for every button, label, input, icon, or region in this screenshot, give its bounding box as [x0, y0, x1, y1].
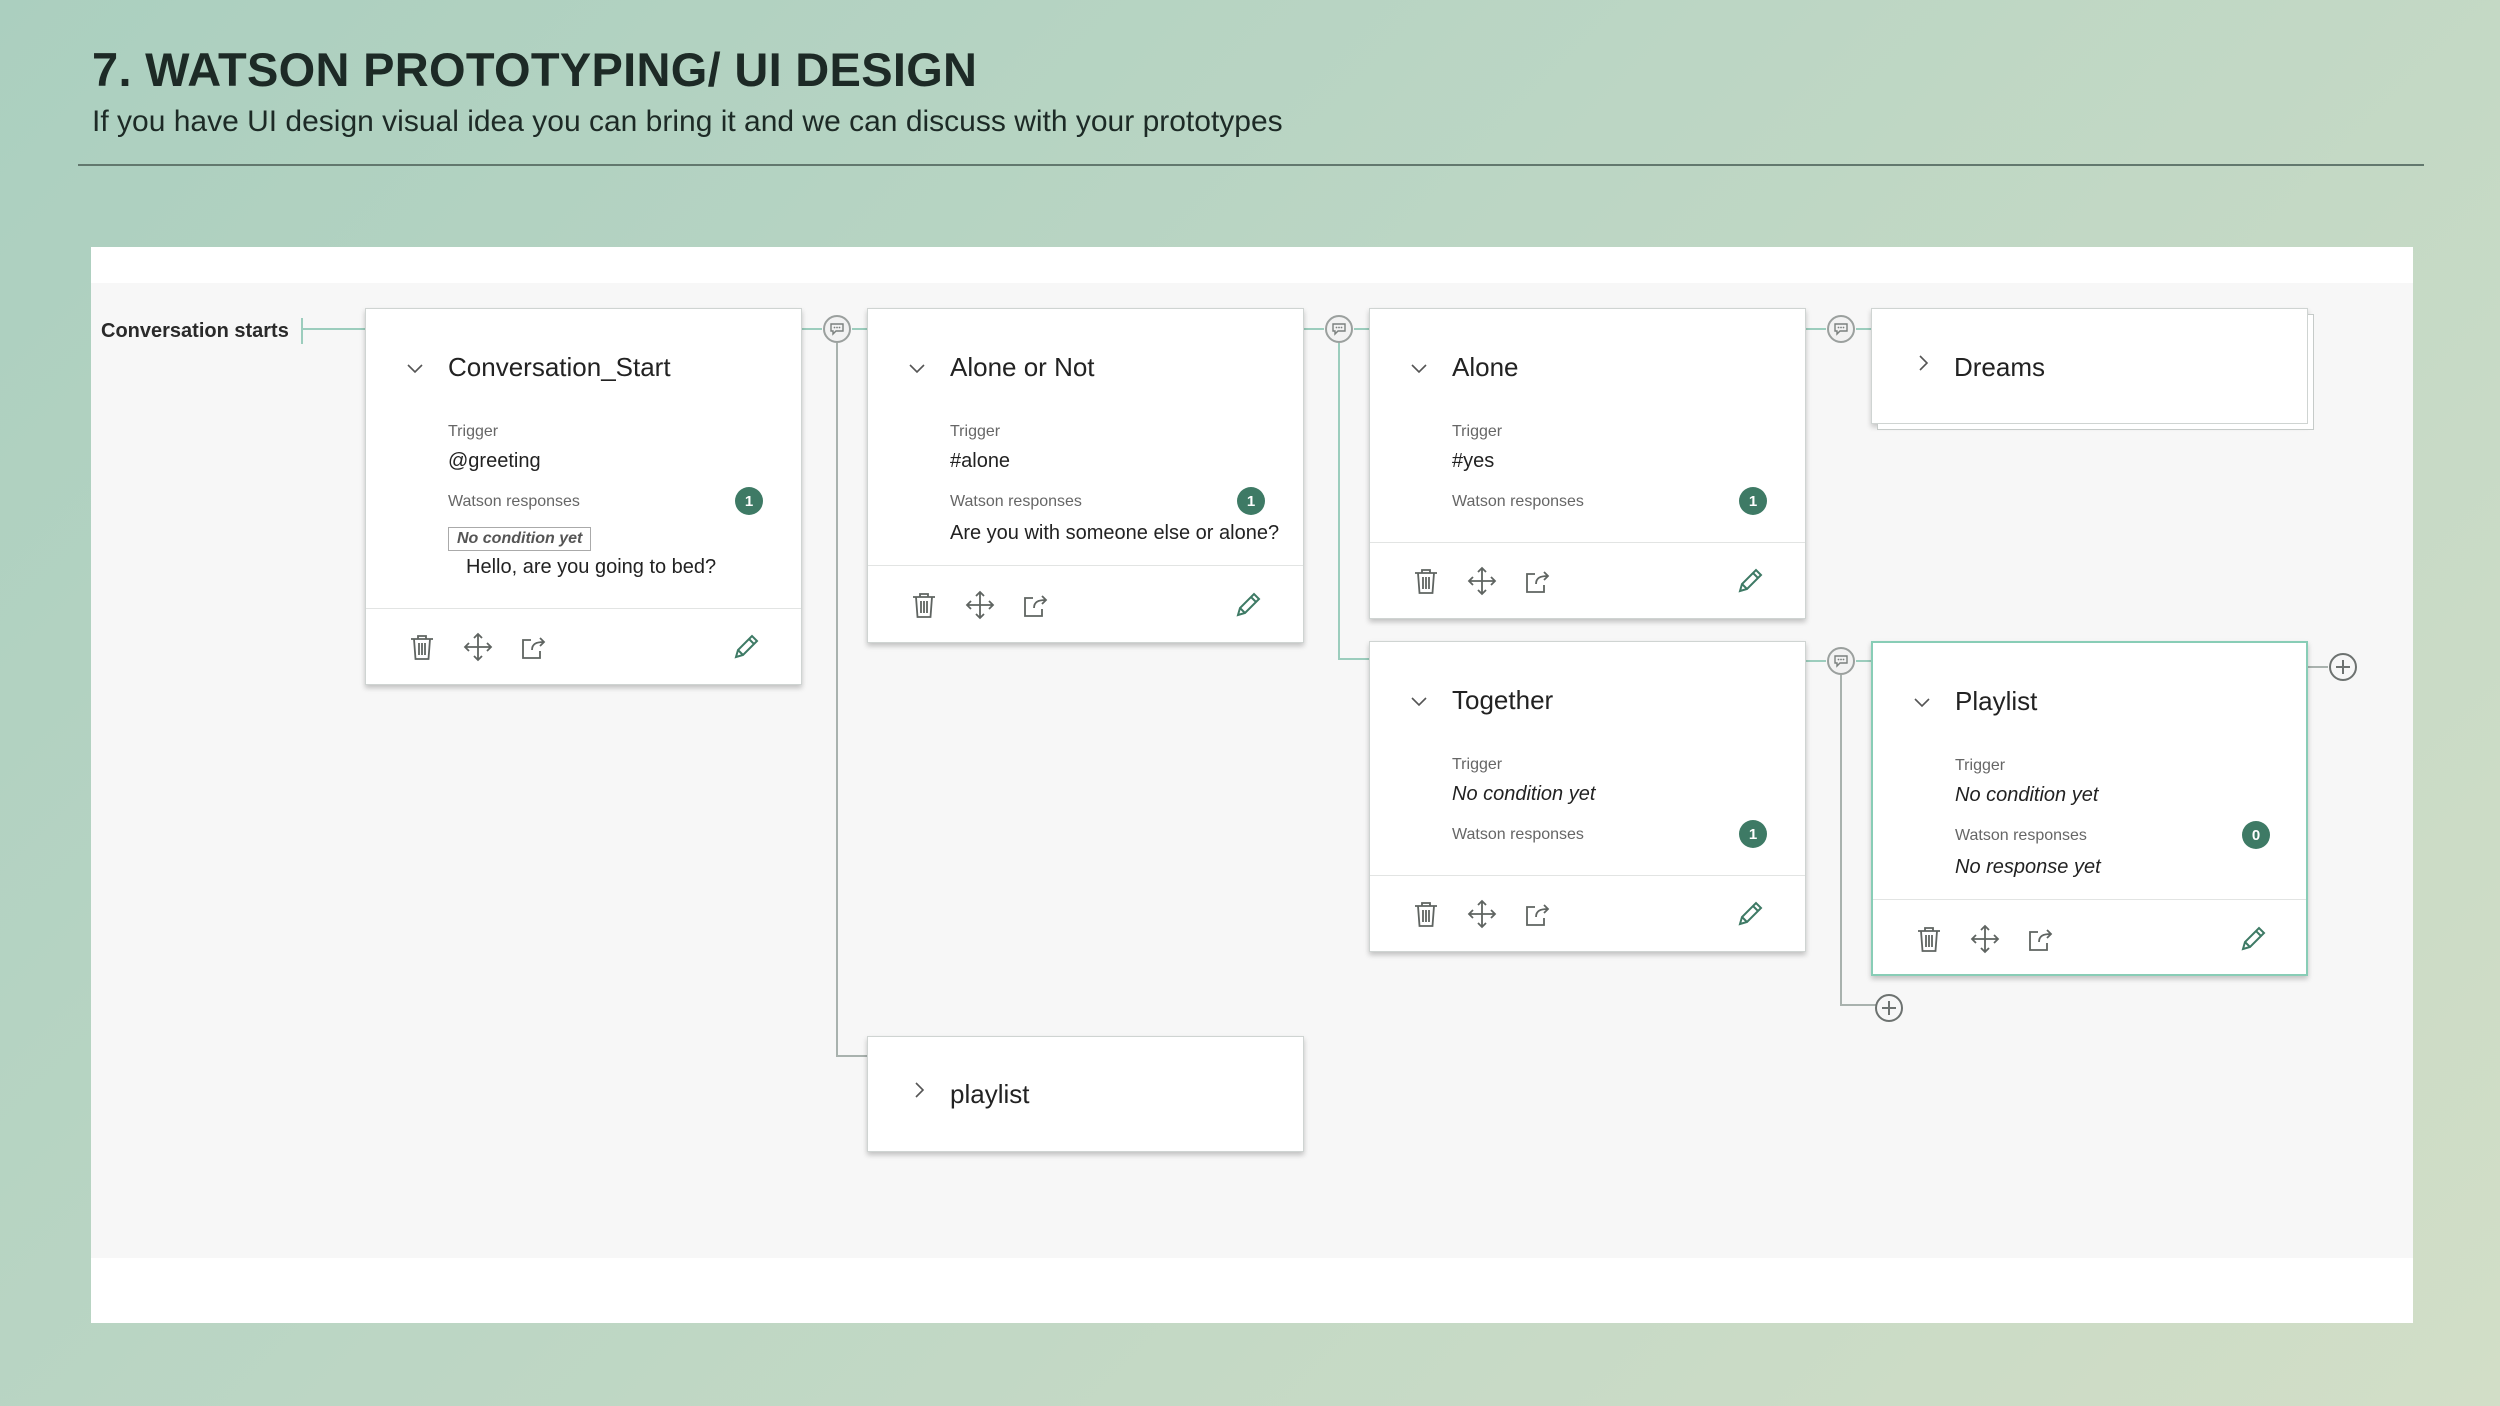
- node-divider: [868, 565, 1303, 566]
- jump-to-icon[interactable]: [2025, 923, 2057, 955]
- node-title: Playlist: [1955, 686, 2038, 716]
- move-icon[interactable]: [1466, 565, 1498, 597]
- edit-pencil-icon[interactable]: [2237, 923, 2269, 955]
- response-text: Are you with someone else or alone?: [950, 522, 1280, 544]
- move-icon[interactable]: [964, 589, 996, 621]
- trigger-value: @greeting: [448, 450, 541, 472]
- trigger-value: #yes: [1452, 450, 1495, 472]
- jump-to-icon[interactable]: [518, 631, 550, 663]
- start-connector: [301, 328, 365, 330]
- node-divider: [1370, 875, 1805, 876]
- edit-pencil-icon[interactable]: [1734, 898, 1766, 930]
- trigger-value: No condition yet: [1955, 784, 2099, 806]
- response-count-badge: 0: [2242, 821, 2270, 849]
- jump-to-icon[interactable]: [1522, 898, 1554, 930]
- trigger-label: Trigger: [1452, 756, 1503, 773]
- response-text: Hello, are you going to bed?: [466, 556, 717, 578]
- trigger-label: Trigger: [1955, 757, 2006, 774]
- edit-pencil-icon[interactable]: [730, 631, 762, 663]
- trash-icon[interactable]: [1913, 923, 1945, 955]
- response-count-badge: 1: [1237, 487, 1265, 515]
- connector-line: [1338, 343, 1340, 660]
- connector-line: [1304, 328, 1324, 330]
- responses-label: Watson responses: [1955, 827, 2087, 844]
- responses-label: Watson responses: [950, 493, 1082, 510]
- connector-line: [1338, 658, 1370, 660]
- trigger-value: No condition yet: [1452, 783, 1596, 805]
- dialog-node-dreams[interactable]: Dreams: [1871, 308, 2308, 424]
- trash-icon[interactable]: [1410, 565, 1442, 597]
- dialog-node-conversation-start[interactable]: Conversation_Start Trigger @greeting Wat…: [365, 308, 802, 685]
- jump-to-icon[interactable]: [1522, 565, 1554, 597]
- trigger-label: Trigger: [1452, 423, 1503, 440]
- move-icon[interactable]: [1969, 923, 2001, 955]
- connector-line: [836, 343, 838, 1056]
- dialog-node-playlist-selected[interactable]: Playlist Trigger No condition yet Watson…: [1871, 641, 2308, 976]
- node-divider: [1370, 542, 1805, 543]
- connector-line: [1856, 660, 1872, 662]
- dialog-node-playlist-collapsed[interactable]: playlist: [867, 1036, 1304, 1152]
- node-title: Dreams: [1954, 352, 2046, 382]
- move-icon[interactable]: [1466, 898, 1498, 930]
- slide-subtitle: If you have UI design visual idea you ca…: [92, 105, 1283, 138]
- dialog-node-alone[interactable]: Alone Trigger #yes Watson responses 1: [1369, 308, 1806, 619]
- responses-label: Watson responses: [448, 493, 580, 510]
- connector-line: [836, 1055, 868, 1057]
- trash-icon[interactable]: [1410, 898, 1442, 930]
- node-divider: [1873, 899, 2306, 900]
- slide-title: 7. WATSON PROTOTYPING/ UI DESIGN: [92, 43, 978, 96]
- chevron-down-icon[interactable]: [1410, 692, 1428, 710]
- dialog-node-alone-or-not[interactable]: Alone or Not Trigger #alone Watson respo…: [867, 308, 1304, 643]
- responses-label: Watson responses: [1452, 826, 1584, 843]
- connector-line: [1840, 675, 1842, 1005]
- header-divider: [78, 164, 2424, 166]
- node-divider: [366, 608, 801, 609]
- jump-to-icon[interactable]: [1020, 589, 1052, 621]
- edit-pencil-icon[interactable]: [1734, 565, 1766, 597]
- response-count-badge: 1: [1739, 487, 1767, 515]
- node-title: playlist: [950, 1079, 1030, 1109]
- move-icon[interactable]: [462, 631, 494, 663]
- response-text: No response yet: [1955, 856, 2101, 878]
- chevron-down-icon[interactable]: [1410, 359, 1428, 377]
- connector-line: [2308, 666, 2328, 668]
- node-title: Alone or Not: [950, 352, 1095, 382]
- connector-line: [852, 328, 868, 330]
- chevron-right-icon[interactable]: [910, 1081, 928, 1099]
- node-title: Together: [1452, 685, 1554, 715]
- start-connector: [301, 318, 303, 344]
- trash-icon[interactable]: [406, 631, 438, 663]
- connector-line: [1354, 328, 1370, 330]
- chevron-down-icon[interactable]: [406, 359, 424, 377]
- dialog-node-together[interactable]: Together Trigger No condition yet Watson…: [1369, 641, 1806, 952]
- connector-line: [802, 328, 822, 330]
- add-circle-icon[interactable]: [1874, 993, 1904, 1023]
- edit-pencil-icon[interactable]: [1232, 589, 1264, 621]
- connector-line: [1806, 660, 1826, 662]
- response-count-badge: 1: [735, 487, 763, 515]
- connector-line: [1806, 328, 1826, 330]
- connector-line: [1840, 1004, 1876, 1006]
- node-title: Alone: [1452, 352, 1519, 382]
- trigger-label: Trigger: [950, 423, 1001, 440]
- trigger-label: Trigger: [448, 423, 499, 440]
- no-condition-tag: No condition yet: [448, 527, 592, 551]
- conversation-starts-label: Conversation starts: [101, 320, 289, 342]
- chevron-down-icon[interactable]: [1913, 693, 1931, 711]
- connector-line: [1856, 328, 1872, 330]
- chevron-down-icon[interactable]: [908, 359, 926, 377]
- node-title: Conversation_Start: [448, 352, 671, 382]
- response-count-badge: 1: [1739, 820, 1767, 848]
- speech-bubble-icon[interactable]: [1826, 314, 1856, 344]
- responses-label: Watson responses: [1452, 493, 1584, 510]
- trash-icon[interactable]: [908, 589, 940, 621]
- chevron-right-icon[interactable]: [1914, 354, 1932, 372]
- trigger-value: #alone: [950, 450, 1011, 472]
- speech-bubble-icon[interactable]: [1324, 314, 1354, 344]
- speech-bubble-icon[interactable]: [822, 314, 852, 344]
- speech-bubble-icon[interactable]: [1826, 646, 1856, 676]
- add-circle-icon[interactable]: [2328, 652, 2358, 682]
